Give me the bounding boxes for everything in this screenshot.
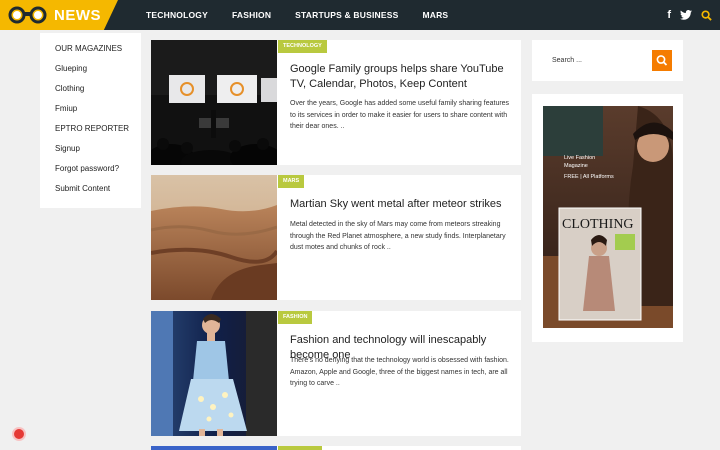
article-thumbnail[interactable]: [151, 40, 277, 165]
magazine-ad: Live Fashion Magazine FREE | All Platfor…: [532, 94, 683, 342]
menu-signup[interactable]: Signup: [55, 143, 141, 163]
facebook-icon[interactable]: f: [667, 9, 671, 21]
category-badge[interactable]: FASHION: [278, 311, 313, 324]
nav-fashion[interactable]: FASHION: [232, 10, 271, 20]
brand-name: NEWS: [54, 7, 101, 24]
article-excerpt: There's no denying that the technology w…: [290, 357, 509, 387]
category-badge[interactable]: TECHNOLOGY: [278, 40, 327, 53]
article-title[interactable]: Martian Sky went metal after meteor stri…: [290, 197, 510, 212]
ad-line-3: FREE | All Platforms: [564, 174, 614, 180]
menu-submit-content[interactable]: Submit Content: [55, 183, 141, 203]
ad-line-1: Live Fashion: [564, 155, 595, 161]
ad-line-2: Magazine: [564, 163, 588, 169]
article-thumbnail[interactable]: [151, 446, 277, 450]
notification-badge[interactable]: [12, 427, 26, 441]
menu-clothing[interactable]: Clothing: [55, 83, 141, 103]
menu-our-magazines[interactable]: OUR MAGAZINES: [55, 43, 141, 63]
nav-mars[interactable]: MARS: [422, 10, 448, 20]
menu-glueping[interactable]: Glueping: [55, 63, 141, 83]
article-title[interactable]: Google Family groups helps share YouTube…: [290, 62, 510, 92]
search-input[interactable]: Search ...: [542, 50, 650, 71]
social-links: f: [667, 0, 712, 30]
nav-technology[interactable]: TECHNOLOGY: [146, 10, 208, 20]
category-badge[interactable]: MARS: [278, 175, 305, 188]
binoculars-icon: [8, 6, 47, 24]
magazine-ad-image[interactable]: Live Fashion Magazine FREE | All Platfor…: [543, 106, 673, 328]
article-card-partial: [151, 446, 521, 450]
search-widget: Search ...: [532, 40, 683, 81]
article-card: FASHION Fashion and technology will ines…: [151, 311, 521, 436]
top-navbar: NEWS TECHNOLOGY FASHION STARTUPS & BUSIN…: [0, 0, 720, 30]
menu-fmiup[interactable]: Fmiup: [55, 103, 141, 123]
search-button[interactable]: [652, 50, 672, 71]
nav-startups-business[interactable]: STARTUPS & BUSINESS: [295, 10, 398, 20]
search-icon[interactable]: [701, 9, 712, 21]
article-excerpt: Over the years, Google has added some us…: [290, 100, 510, 130]
article-thumbnail[interactable]: [151, 311, 277, 436]
twitter-icon[interactable]: [680, 10, 692, 20]
article-thumbnail[interactable]: [151, 175, 277, 300]
ad-cover-title: CLOTHING: [562, 217, 634, 232]
left-menu: OUR MAGAZINES Glueping Clothing Fmiup EP…: [40, 33, 141, 208]
article-card: TECHNOLOGY Google Family groups helps sh…: [151, 40, 521, 165]
article-card: MARS Martian Sky went metal after meteor…: [151, 175, 521, 300]
menu-eptro-reporter[interactable]: EPTRO REPORTER: [55, 123, 141, 143]
brand-logo[interactable]: NEWS: [0, 0, 118, 30]
article-excerpt: Metal detected in the sky of Mars may co…: [290, 221, 506, 251]
main-nav: TECHNOLOGY FASHION STARTUPS & BUSINESS M…: [146, 0, 472, 30]
menu-forgot-password[interactable]: Forgot password?: [55, 163, 141, 183]
search-icon: [656, 55, 668, 66]
category-badge[interactable]: [278, 446, 322, 450]
